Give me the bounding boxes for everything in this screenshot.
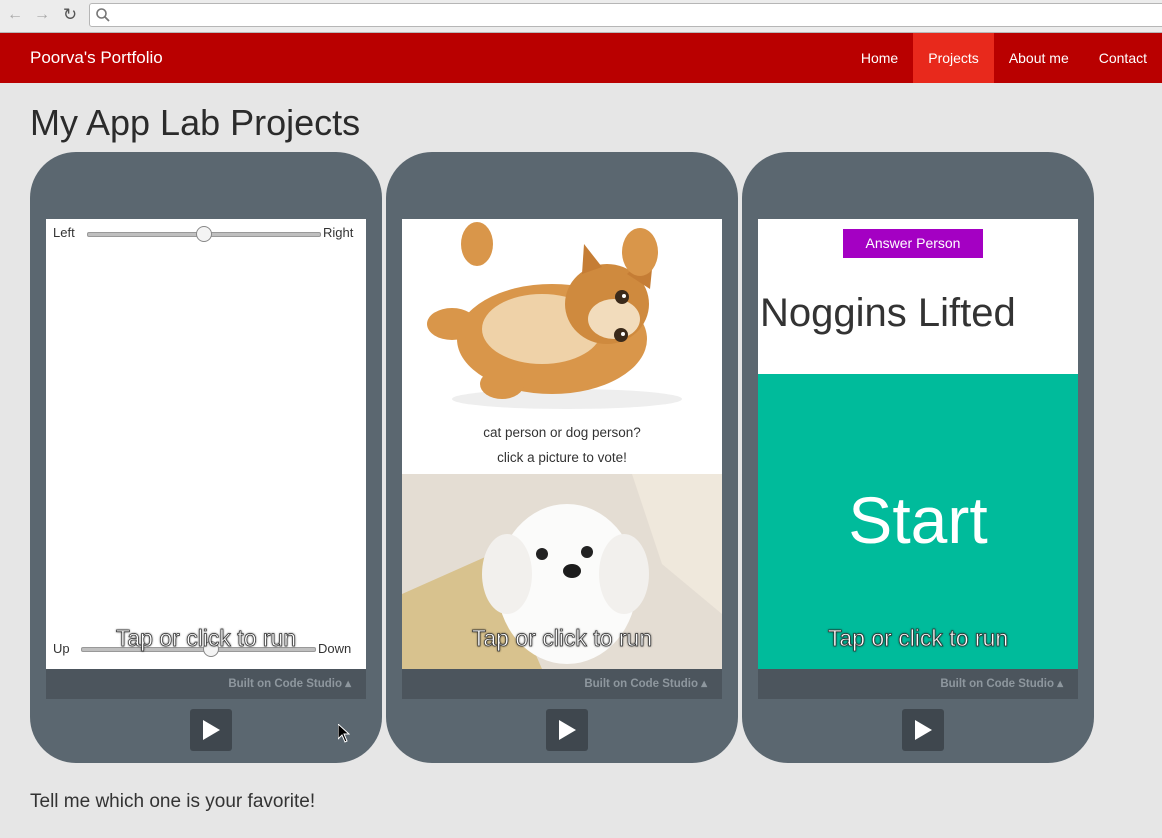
app-heading: Noggins Lifted (760, 291, 1016, 335)
horizontal-slider-thumb[interactable] (196, 226, 212, 242)
site-navbar: Poorva's Portfolio Home Projects About m… (0, 33, 1162, 83)
cat-picture[interactable] (402, 219, 722, 419)
reload-icon[interactable]: ↻ (60, 5, 80, 25)
vote-question: cat person or dog person? (483, 425, 641, 440)
tap-to-run-text[interactable]: Tap or click to run (46, 625, 366, 652)
built-on-code-studio-link[interactable]: Built on Code Studio ▴ (584, 669, 707, 699)
brand-link[interactable]: Poorva's Portfolio (30, 33, 163, 83)
app-screen-2[interactable]: cat person or dog person? click a pictur… (402, 219, 722, 669)
back-arrow-icon[interactable]: ← (5, 5, 25, 25)
built-on-code-studio-link[interactable]: Built on Code Studio ▴ (228, 669, 351, 699)
slider-right-label: Right (323, 225, 354, 240)
nav-about-me[interactable]: About me (994, 33, 1084, 83)
built-on-code-studio-link[interactable]: Built on Code Studio ▴ (940, 669, 1063, 699)
play-icon (915, 720, 932, 740)
favorite-prompt: Tell me which one is your favorite! (30, 791, 316, 812)
search-icon (96, 8, 110, 22)
nav-links: Home Projects About me Contact (846, 33, 1162, 83)
forward-arrow-icon[interactable]: → (32, 5, 52, 25)
play-button[interactable] (190, 709, 232, 751)
tap-to-run-text[interactable]: Tap or click to run (758, 625, 1078, 652)
play-button[interactable] (546, 709, 588, 751)
play-icon (559, 720, 576, 740)
page-title: My App Lab Projects (30, 102, 361, 143)
app-phone-2: cat person or dog person? click a pictur… (386, 152, 738, 763)
app-screen-3[interactable]: Answer Person Noggins Lifted Start Tap o… (758, 219, 1078, 669)
nav-projects[interactable]: Projects (913, 33, 994, 83)
answer-person-button[interactable]: Answer Person (843, 229, 983, 258)
start-button[interactable]: Start (758, 482, 1078, 558)
play-icon (203, 720, 220, 740)
built-on-bar: Built on Code Studio ▴ (402, 669, 722, 699)
vote-instruction: click a picture to vote! (497, 450, 627, 465)
address-bar[interactable] (89, 3, 1162, 27)
built-on-bar: Built on Code Studio ▴ (46, 669, 366, 699)
tap-to-run-text[interactable]: Tap or click to run (402, 625, 722, 652)
nav-home[interactable]: Home (846, 33, 913, 83)
app-phone-1: Left Right Up Down Tap or click to run B… (30, 152, 382, 763)
slider-left-label: Left (53, 225, 75, 240)
built-on-bar: Built on Code Studio ▴ (758, 669, 1078, 699)
browser-toolbar: ← → ↻ (0, 0, 1162, 33)
app-screen-1[interactable]: Left Right Up Down Tap or click to run (46, 219, 366, 669)
url-input[interactable] (114, 6, 1118, 24)
mouse-cursor-icon (338, 724, 350, 743)
play-button[interactable] (902, 709, 944, 751)
nav-contact[interactable]: Contact (1084, 33, 1162, 83)
app-phone-3: Answer Person Noggins Lifted Start Tap o… (742, 152, 1094, 763)
